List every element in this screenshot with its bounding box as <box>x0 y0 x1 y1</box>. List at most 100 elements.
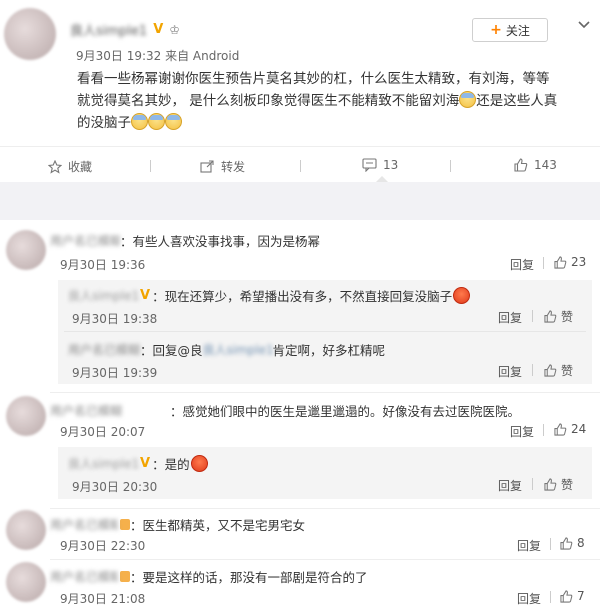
comment-like-button[interactable]: 7 <box>560 589 585 603</box>
comment-content: 用户名已模糊 ：医生都精英，又不是宅男宅女 <box>50 515 305 534</box>
reply-divider <box>64 331 586 332</box>
comment-like-button[interactable]: 8 <box>560 536 585 550</box>
thumbs-up-icon <box>544 478 557 491</box>
member-badge-icon <box>120 519 130 530</box>
reply-like-button[interactable]: 赞 <box>544 362 573 379</box>
reply-like-button[interactable]: 赞 <box>544 308 573 325</box>
comment-text: ：感觉她们眼中的医生是邋里邋遢的。好像没有去过医院医院。 <box>170 404 521 419</box>
post-divider <box>0 146 600 147</box>
author-avatar[interactable] <box>4 8 56 60</box>
reply-content: 良人simple1 V ：是的 <box>68 454 208 473</box>
reply-content: 良人simple1 V ：现在还算少，希望播出没有多，不然直接回复没脑子 <box>68 286 471 305</box>
reply-button[interactable]: 回复 <box>510 256 534 273</box>
comment-count: 13 <box>383 158 399 172</box>
thumbs-up-icon <box>554 255 567 269</box>
reply-separator <box>532 478 533 490</box>
thumbs-up-icon <box>544 310 557 323</box>
follow-label: 关注 <box>505 23 530 38</box>
commenter-name[interactable]: 用户名已模糊 <box>50 568 118 585</box>
comment-avatar[interactable] <box>6 510 46 550</box>
comment-avatar[interactable] <box>6 396 46 436</box>
verified-v-icon: V <box>140 456 151 471</box>
action-separator <box>150 160 151 172</box>
reply-separator <box>532 364 533 376</box>
comment-date: 9月30日 21:08 <box>60 592 146 606</box>
commenter-name[interactable]: 用户名已模糊 <box>50 232 120 249</box>
chevron-down-icon[interactable] <box>576 16 592 32</box>
reply-like-button[interactable]: 赞 <box>544 476 573 493</box>
comment-content: 用户名已模糊 ：有些人喜欢没事找事，因为是杨幂 <box>50 231 320 250</box>
plus-icon: + <box>490 22 502 38</box>
thumbs-up-icon <box>560 536 573 550</box>
replier-name[interactable]: 用户名已模糊 <box>68 341 140 358</box>
cold-sweat-emoji-icon <box>148 113 165 130</box>
reply-button[interactable]: 回复 <box>510 423 534 440</box>
reply-date: 9月30日 20:30 <box>72 480 158 494</box>
thumbs-up-icon <box>514 158 528 172</box>
reply-button[interactable]: 回复 <box>517 537 541 554</box>
post-text-line: 看看一些杨幂谢谢你医生预告片莫名其妙的杠，什么医生太精致，有刘海，等等 <box>77 71 550 87</box>
reply-content: 用户名已模糊 ：回复@良 良人simple1 肯定啊，好多杠精呢 <box>68 340 385 359</box>
comment-content: 用户名已模糊 ：感觉她们眼中的医生是邋里邋遢的。好像没有去过医院医院。 <box>50 401 520 420</box>
comment-separator <box>543 424 544 436</box>
post-text-line: 的没脑子 <box>77 112 597 134</box>
reply-text: ：现在还算少，希望播出没有多，不然直接回复没脑子 <box>152 289 453 304</box>
comment-like-count: 24 <box>571 422 587 436</box>
verified-v-icon: V <box>153 22 164 37</box>
thumbs-up-icon <box>560 589 573 603</box>
reply-button[interactable]: 回复 <box>498 363 522 380</box>
post-text-segment: 还是这些人真 <box>476 93 558 109</box>
comment-action[interactable]: 13 <box>362 158 398 172</box>
action-separator <box>450 160 451 172</box>
reply-separator <box>532 310 533 322</box>
comments-top-band <box>0 182 600 220</box>
cold-sweat-emoji-icon <box>165 113 182 130</box>
follow-button[interactable]: + 关注 <box>472 18 548 42</box>
like-count: 143 <box>534 158 557 172</box>
like-action[interactable]: 143 <box>514 158 557 172</box>
post-text-segment: 的没脑子 <box>77 115 131 131</box>
action-separator <box>300 160 301 172</box>
comment-separator <box>550 591 551 603</box>
commenter-name[interactable]: 用户名已模糊 <box>50 516 118 533</box>
author-name[interactable]: 良人simple1 <box>70 20 147 39</box>
star-icon <box>48 159 62 174</box>
comment-date: 9月30日 19:36 <box>60 258 146 272</box>
comment-like-count: 7 <box>577 589 585 603</box>
reply-button[interactable]: 回复 <box>498 309 522 326</box>
comment-like-button[interactable]: 24 <box>554 422 586 436</box>
comment-separator <box>543 257 544 269</box>
comment-avatar[interactable] <box>6 230 46 270</box>
reply-button[interactable]: 回复 <box>517 590 541 607</box>
member-badge-icon <box>120 571 130 582</box>
cold-sweat-emoji-icon <box>459 91 477 108</box>
thumbs-up-icon <box>554 422 567 436</box>
comment-like-count: 23 <box>571 255 587 269</box>
reply-date: 9月30日 19:39 <box>72 366 158 380</box>
post-text-segment: 就觉得莫名其妙， 是什么刻板印象觉得医生不能精致不能留刘海 <box>77 93 460 109</box>
reply-text: ：是的 <box>152 457 190 472</box>
reply-date: 9月30日 19:38 <box>72 312 158 326</box>
mention-blurred: 良人simple1 <box>202 343 273 357</box>
reply-mention[interactable]: ：回复@良 <box>140 340 203 359</box>
reply-like-label: 赞 <box>561 478 574 492</box>
comment-like-button[interactable]: 23 <box>554 255 586 269</box>
post-text-line: 就觉得莫名其妙， 是什么刻板印象觉得医生不能精致不能留刘海 还是这些人真 <box>77 90 597 112</box>
reply-like-label: 赞 <box>561 364 574 378</box>
forward-action[interactable]: 转发 <box>200 158 245 175</box>
comment-divider <box>50 392 600 393</box>
comment-date: 9月30日 22:30 <box>60 539 146 553</box>
reply-text: 肯定啊，好多杠精呢 <box>272 343 386 358</box>
commenter-name[interactable]: 用户名已模糊 <box>50 402 170 419</box>
replier-name[interactable]: 良人simple1 <box>68 455 140 472</box>
comment-avatar[interactable] <box>6 562 46 602</box>
comment-divider <box>50 508 600 509</box>
post-text: 看看一些杨幂谢谢你医生预告片莫名其妙的杠，什么医生太精致，有刘海，等等 就觉得莫… <box>77 68 597 134</box>
replier-name[interactable]: 良人simple1 <box>68 287 140 304</box>
comment-content: 用户名已模糊 ：要是这样的话，那没有一部剧是符合的了 <box>50 567 368 586</box>
favorite-action[interactable]: 收藏 <box>48 158 92 175</box>
comment-text: ：医生都精英，又不是宅男宅女 <box>130 518 306 533</box>
comment-separator <box>550 538 551 550</box>
reply-button[interactable]: 回复 <box>498 477 522 494</box>
verified-v-icon: V <box>140 288 151 303</box>
